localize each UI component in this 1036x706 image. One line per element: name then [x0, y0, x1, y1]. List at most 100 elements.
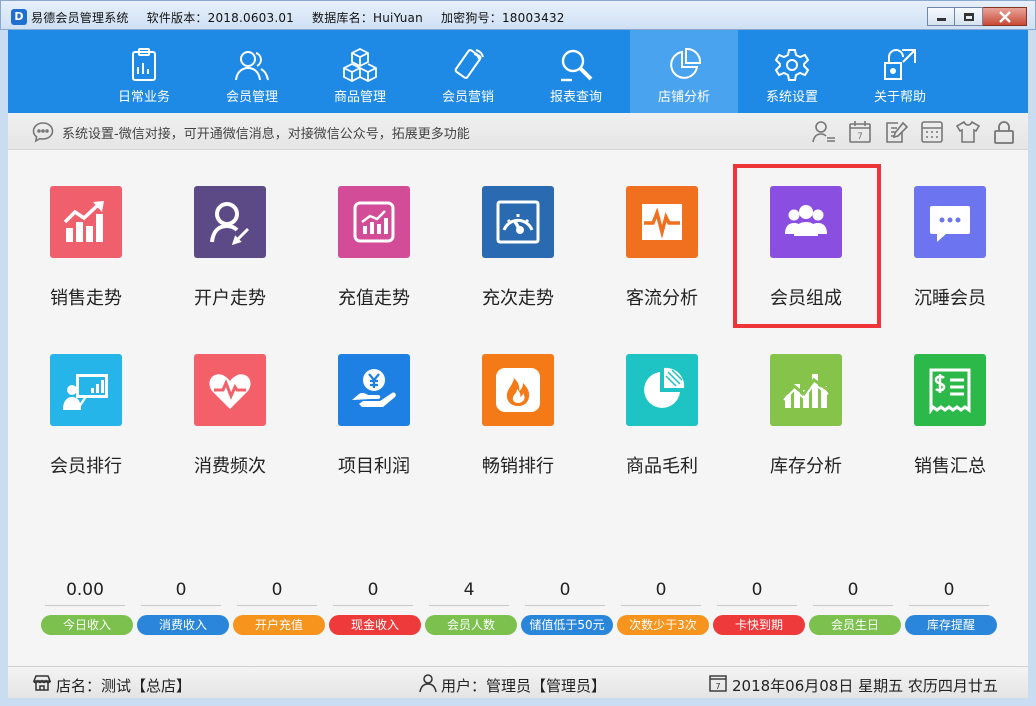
presentation-icon [63, 374, 108, 410]
stat-today-income[interactable]: 0.00 今日收入 [41, 570, 137, 640]
nav-item-about-help[interactable]: 关于帮助 [846, 30, 954, 113]
stat-label[interactable]: 卡快到期 [713, 615, 805, 635]
tile-traffic-analysis[interactable]: 客流分析 [596, 186, 728, 336]
stat-label[interactable]: 库存提醒 [905, 615, 997, 635]
store-icon [32, 675, 52, 691]
receipt-icon [929, 368, 971, 414]
nav-item-store-analysis[interactable]: 店铺分析 [630, 30, 738, 113]
window-controls [927, 7, 1027, 27]
nav-item-system-settings[interactable]: 系统设置 [738, 30, 846, 113]
nav-label: 关于帮助 [873, 90, 926, 105]
stat-label[interactable]: 会员人数 [425, 615, 517, 635]
pulse-icon [642, 204, 682, 240]
nav-label: 系统设置 [765, 90, 818, 105]
stat-member-count[interactable]: 4 会员人数 [425, 570, 521, 640]
tile-label: 商品毛利 [626, 456, 698, 477]
members-icon [235, 51, 269, 81]
tile-dormant-members[interactable]: 沉睡会员 [884, 186, 1016, 336]
shirt-icon[interactable] [955, 119, 981, 145]
tile-icon-box [194, 354, 266, 426]
tile-icon-box [626, 186, 698, 258]
cubes-icon [343, 47, 377, 83]
tile-label: 库存分析 [770, 456, 842, 477]
stat-low-times[interactable]: 0 次数少于3次 [617, 570, 713, 640]
nav-item-member-management[interactable]: 会员管理 [198, 30, 306, 113]
tile-inventory-analysis[interactable]: 库存分析 [740, 354, 872, 504]
tile-label: 项目利润 [338, 456, 410, 477]
tile-account-trend[interactable]: 开户走势 [164, 186, 296, 336]
tile-icon-box [482, 354, 554, 426]
stat-label[interactable]: 现金收入 [329, 615, 421, 635]
stat-inventory-alert[interactable]: 0 库存提醒 [905, 570, 1001, 640]
flame-icon [496, 368, 540, 412]
tile-sales-trend[interactable]: 销售走势 [20, 186, 152, 336]
minimize-button[interactable] [927, 7, 955, 26]
heart-pulse-icon [209, 374, 251, 409]
stat-consumption-income[interactable]: 0 消费收入 [137, 570, 233, 640]
info-message[interactable]: 系统设置-微信对接，可开通微信消息，对接微信公众号，拓展更多功能 [62, 123, 470, 142]
calendar-icon[interactable]: 7 [847, 119, 873, 145]
tile-label: 畅销排行 [482, 456, 554, 477]
nav-item-report-query[interactable]: 报表查询 [522, 30, 630, 113]
tile-label: 沉睡会员 [914, 288, 986, 309]
user-icon [419, 674, 437, 693]
tile-label: 客流分析 [626, 288, 698, 309]
stat-label[interactable]: 今日收入 [41, 615, 133, 635]
tile-label: 充次走势 [482, 288, 554, 309]
minimize-icon [936, 18, 946, 21]
tile-project-profit[interactable]: 项目利润 [308, 354, 440, 504]
tile-best-selling-ranking[interactable]: 畅销排行 [452, 354, 584, 504]
calculator-icon[interactable] [919, 119, 945, 145]
stat-label[interactable]: 会员生日 [809, 615, 901, 635]
maximize-icon [963, 12, 974, 21]
tile-member-ranking[interactable]: 会员排行 [20, 354, 152, 504]
tile-icon-box [914, 186, 986, 258]
chat-icon [32, 122, 54, 143]
tile-label: 充值走势 [338, 288, 410, 309]
money-hand-icon [352, 369, 396, 407]
close-icon [998, 10, 1011, 23]
tile-consumption-frequency[interactable]: 消费频次 [164, 354, 296, 504]
calendar-icon: 7 [709, 675, 727, 692]
stat-label[interactable]: 次数少于3次 [617, 615, 709, 635]
store-name: 店名：测试【总店】 [56, 677, 192, 695]
nav-label: 会员营销 [441, 90, 494, 105]
stat-label[interactable]: 储值低于50元 [521, 615, 613, 635]
edit-note-icon[interactable] [883, 119, 909, 145]
tile-icon-box [338, 186, 410, 258]
stat-label[interactable]: 消费收入 [137, 615, 229, 635]
maximize-button[interactable] [955, 7, 983, 26]
user-list-icon[interactable] [811, 119, 837, 145]
main-nav: 日常业务 会员管理 商品管理 会员营销 报表查询 店铺分析 系统设置 关于帮助 [8, 30, 1028, 113]
stat-low-balance[interactable]: 0 储值低于50元 [521, 570, 617, 640]
stat-value: 0 [333, 580, 413, 606]
tile-icon-box [626, 354, 698, 426]
tile-recharge-trend[interactable]: 充值走势 [308, 186, 440, 336]
lock-icon[interactable] [991, 119, 1017, 145]
stat-member-birthday[interactable]: 0 会员生日 [809, 570, 905, 640]
chat-bubble-icon [930, 206, 970, 242]
window-title-bar[interactable]: D 易德会员管理系统 软件版本：2018.0603.01 数据库名：HuiYua… [0, 0, 1036, 30]
tile-times-trend[interactable]: 充次走势 [452, 186, 584, 336]
magnifier-icon [561, 49, 593, 82]
stat-label[interactable]: 开户充值 [233, 615, 325, 635]
close-button[interactable] [983, 7, 1027, 26]
current-user: 用户：管理员【管理员】 [441, 677, 607, 695]
nav-item-product-management[interactable]: 商品管理 [306, 30, 414, 113]
tile-label: 销售汇总 [914, 456, 986, 477]
stat-value: 4 [429, 580, 509, 606]
stat-cash-income[interactable]: 0 现金收入 [329, 570, 425, 640]
stat-value: 0 [813, 580, 893, 606]
stat-card-expiring[interactable]: 0 卡快到期 [713, 570, 809, 640]
nav-item-member-marketing[interactable]: 会员营销 [414, 30, 522, 113]
stat-account-recharge[interactable]: 0 开户充值 [233, 570, 329, 640]
nav-label: 日常业务 [117, 90, 170, 105]
nav-item-daily-business[interactable]: 日常业务 [90, 30, 198, 113]
svg-text:7: 7 [715, 682, 720, 691]
current-date: 2018年06月08日 星期五 农历四月廿五 [732, 677, 998, 695]
tile-gross-profit[interactable]: 商品毛利 [596, 354, 728, 504]
tile-sales-summary[interactable]: 销售汇总 [884, 354, 1016, 504]
tile-label: 销售走势 [50, 288, 122, 309]
tile-icon-box [50, 354, 122, 426]
tile-label: 会员排行 [50, 456, 122, 477]
